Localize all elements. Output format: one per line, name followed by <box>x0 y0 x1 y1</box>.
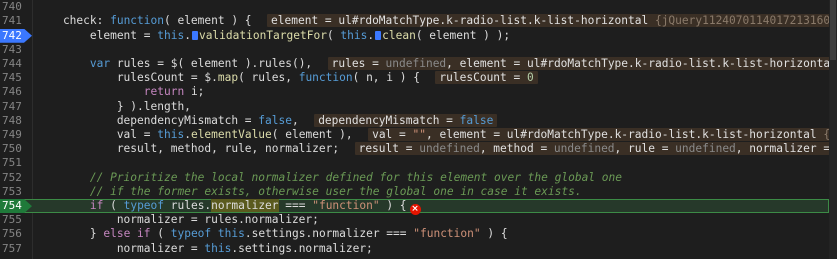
code-line[interactable]: 741 check: function( element ) { element… <box>0 14 837 28</box>
code-line[interactable]: 742 element = this. validationTargetFor( … <box>0 28 829 43</box>
inline-variable-value[interactable]: dependencyMismatch = false <box>314 113 498 127</box>
code-line[interactable]: 745 rulesCount = $.map( rules, function(… <box>0 71 829 85</box>
line-number[interactable]: 744 <box>0 57 26 71</box>
code-text: element = this. validationTargetFor( this… <box>36 28 511 42</box>
line-number[interactable]: 752 <box>0 171 26 185</box>
line-number[interactable]: 749 <box>0 128 26 142</box>
highlighted-word: normalizer <box>211 199 279 212</box>
line-number[interactable]: 745 <box>0 71 26 85</box>
line-number[interactable]: 753 <box>0 185 26 199</box>
code-line[interactable]: 747 } ).length, <box>0 100 829 114</box>
inline-variable-value[interactable]: result = undefined, method = undefined, … <box>354 142 837 156</box>
code-text: } ).length, <box>36 99 191 113</box>
line-number[interactable]: 751 <box>0 156 26 170</box>
code-line[interactable]: 755 normalizer = rules.normalizer; <box>0 213 829 227</box>
code-text: return i; <box>143 85 205 99</box>
code-text: normalizer = this.settings.normalizer; <box>36 241 373 255</box>
line-number[interactable]: 741 <box>0 14 26 28</box>
code-line[interactable]: 751 <box>0 156 829 170</box>
inline-variable-value[interactable]: rules = undefined, element = ul#rdoMatch… <box>327 57 837 70</box>
line-number[interactable]: 757 <box>0 242 26 256</box>
line-number[interactable]: 750 <box>0 142 26 156</box>
code-line[interactable]: 753 // if the former exists, otherwise u… <box>0 185 829 199</box>
line-number[interactable]: 756 <box>0 227 26 241</box>
line-number[interactable]: 754 <box>0 199 26 213</box>
current-execution-line[interactable]: 754 if ( typeof rules.normalizer === "fu… <box>0 199 829 215</box>
code-text: check: function( element ) { element = u… <box>36 14 837 28</box>
code-text: } else if ( typeof this.settings.normali… <box>36 227 508 241</box>
line-number[interactable]: 755 <box>0 213 26 227</box>
code-line[interactable]: 757 normalizer = this.settings.normalize… <box>0 242 829 256</box>
scrollbar-thumb[interactable] <box>830 0 836 60</box>
code-line[interactable]: 752 // Prioritize the local normalizer d… <box>0 171 829 185</box>
code-text: result, method, rule, normalizer; result… <box>36 142 837 156</box>
code-line[interactable]: 740 <box>0 0 829 14</box>
line-number[interactable]: 747 <box>0 100 26 114</box>
inline-breakpoint-icon[interactable] <box>191 30 198 40</box>
line-number[interactable]: 748 <box>0 114 26 128</box>
code-text: normalizer = rules.normalizer; <box>36 213 319 227</box>
line-number[interactable]: 743 <box>0 43 26 57</box>
code-line[interactable]: 749 val = this.elementValue( element ), … <box>0 128 837 142</box>
code-line[interactable]: 743 <box>0 43 829 57</box>
code-text: // Prioritize the local normalizer defin… <box>36 170 622 184</box>
code-line[interactable]: 750 result, method, rule, normalizer; re… <box>0 142 837 156</box>
code-line[interactable]: 746 return i; <box>0 85 829 99</box>
code-text: var rules = $( element ).rules(), rules … <box>36 57 837 71</box>
code-text: val = this.elementValue( element ), val … <box>36 128 837 142</box>
code-line[interactable]: 756 } else if ( typeof this.settings.nor… <box>0 227 829 241</box>
code-text: dependencyMismatch = false, dependencyMi… <box>36 113 498 128</box>
line-number[interactable]: 742 <box>0 29 26 43</box>
inline-variable-value[interactable]: element = ul#rdoMatchType.k-radio-list.k… <box>267 14 837 28</box>
inline-variable-value[interactable]: rulesCount = 0 <box>435 71 538 85</box>
code-text: // if the former exists, otherwise user … <box>36 184 582 198</box>
code-line[interactable]: 748 dependencyMismatch = false, dependen… <box>0 113 829 128</box>
inline-breakpoint-icon[interactable] <box>375 30 382 40</box>
line-number[interactable]: 746 <box>0 85 26 99</box>
line-number[interactable]: 740 <box>0 0 26 14</box>
code-editor[interactable]: 740 741 check: function( element ) { elem… <box>0 0 837 259</box>
inline-variable-value[interactable]: val = "", element = ul#rdoMatchType.k-ra… <box>368 128 837 141</box>
code-line[interactable]: 744 var rules = $( element ).rules(), ru… <box>0 57 837 71</box>
vertical-scrollbar[interactable] <box>829 0 837 259</box>
code-text: rulesCount = $.map( rules, function( n, … <box>36 71 538 85</box>
